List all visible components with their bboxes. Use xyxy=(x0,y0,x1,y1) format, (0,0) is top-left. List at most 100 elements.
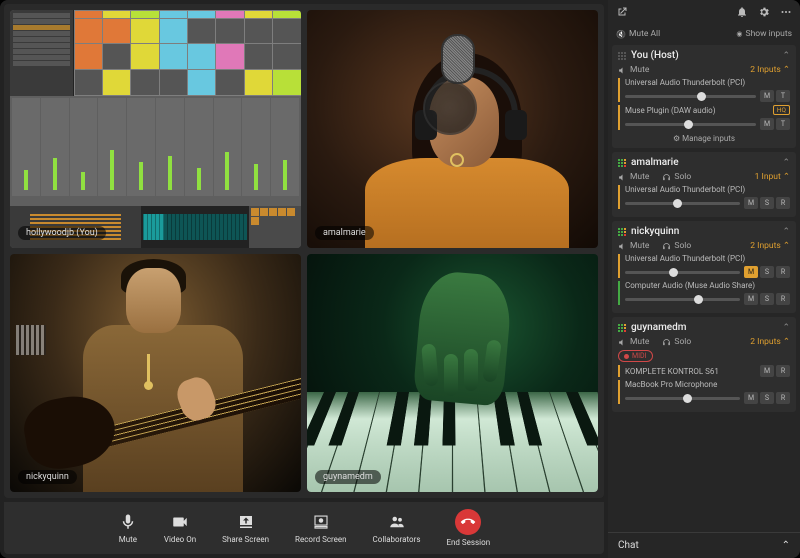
inputs-count[interactable]: 2 Inputs ⌃ xyxy=(750,337,790,347)
headphone-cup xyxy=(505,110,527,140)
inputs-count[interactable]: 2 Inputs ⌃ xyxy=(750,65,790,75)
mute-all-button[interactable]: Mute All xyxy=(616,29,660,39)
mute-toggle[interactable]: Mute xyxy=(618,65,649,75)
chip-R[interactable]: R xyxy=(776,266,790,278)
finger xyxy=(464,349,478,391)
label: Share Screen xyxy=(222,535,269,544)
video-icon xyxy=(170,512,190,532)
volume-slider[interactable] xyxy=(625,298,740,301)
chevron-up-icon[interactable]: ⌃ xyxy=(782,227,790,237)
audio-input: Computer Audio (Muse Audio Share)MSR xyxy=(618,281,790,305)
settings-button[interactable] xyxy=(758,6,770,21)
share-screen-button[interactable]: Share Screen xyxy=(222,512,269,544)
chip-T[interactable]: T xyxy=(776,90,790,102)
hq-badge: HQ xyxy=(773,105,790,115)
chevron-up-icon[interactable]: ⌃ xyxy=(782,158,790,168)
chip-M[interactable]: M xyxy=(744,293,758,305)
input-label: MacBook Pro Microphone xyxy=(625,380,717,389)
chevron-up-icon[interactable]: ⌃ xyxy=(782,323,790,333)
video-tile-hollywoodjb[interactable]: hollywoodjb (You) xyxy=(10,10,301,248)
show-inputs-toggle[interactable]: Show inputs xyxy=(736,29,792,39)
chip-R[interactable]: R xyxy=(776,392,790,404)
daw-mixer xyxy=(10,96,301,206)
tile-label: hollywoodjb (You) xyxy=(18,226,106,240)
participant-card: You (Host) ⌃ Mute 2 Inputs ⌃ Universal Audi… xyxy=(612,45,796,148)
record-screen-button[interactable]: Record Screen xyxy=(295,512,347,544)
chip-M[interactable]: M xyxy=(760,118,774,130)
participant-name: nickyquinn xyxy=(631,226,679,237)
chip-M[interactable]: M xyxy=(760,90,774,102)
daw-clip-view xyxy=(74,10,301,96)
chevron-up-icon: ⌃ xyxy=(782,540,790,551)
volume-slider[interactable] xyxy=(625,123,756,126)
tile-label: guynamedm xyxy=(315,470,381,484)
label: Mute xyxy=(119,535,137,544)
chat-toggle[interactable]: Chat ⌃ xyxy=(608,532,800,558)
tile-label: amalmarie xyxy=(315,226,374,240)
chip-M[interactable]: M xyxy=(760,365,774,377)
video-button[interactable]: Video On xyxy=(164,512,196,544)
solo-toggle[interactable]: Solo xyxy=(662,172,691,182)
microphone xyxy=(441,34,475,84)
more-button[interactable] xyxy=(780,6,792,21)
level-meter-icon xyxy=(618,228,626,236)
mute-button[interactable]: Mute xyxy=(118,512,138,544)
label: Collaborators xyxy=(373,535,421,544)
phone-icon xyxy=(455,509,481,535)
finger xyxy=(444,354,458,396)
collaborators-button[interactable]: Collaborators xyxy=(373,512,421,544)
level-meter-icon xyxy=(618,159,626,167)
volume-slider[interactable] xyxy=(625,271,740,274)
chip-S[interactable]: S xyxy=(760,197,774,209)
participant-card: amalmarie⌃ Mute Solo1 Input ⌃Universal A… xyxy=(612,152,796,217)
notifications-button[interactable] xyxy=(736,6,748,21)
solo-toggle[interactable]: Solo xyxy=(662,337,691,347)
participant-name: You (Host) xyxy=(631,50,679,61)
video-tile-guynamedm[interactable]: guynamedm xyxy=(307,254,598,492)
volume-slider[interactable] xyxy=(625,397,740,400)
chevron-up-icon[interactable]: ⌃ xyxy=(782,51,790,61)
hand xyxy=(412,269,513,406)
chip-R[interactable]: R xyxy=(776,293,790,305)
app-root: hollywoodjb (You) amalmarie xyxy=(0,0,800,558)
background-keys xyxy=(16,325,46,355)
video-grid: hollywoodjb (You) amalmarie xyxy=(4,4,604,498)
mute-toggle[interactable]: Mute xyxy=(618,172,649,182)
people-icon xyxy=(387,512,407,532)
mute-toggle[interactable]: Mute xyxy=(618,337,649,347)
input-label: Muse Plugin (DAW audio) xyxy=(625,106,716,115)
chip-M[interactable]: M xyxy=(744,197,758,209)
chip-T[interactable]: T xyxy=(776,118,790,130)
popout-button[interactable] xyxy=(616,6,628,21)
chip-S[interactable]: S xyxy=(760,293,774,305)
end-session-button[interactable]: End Session xyxy=(446,509,490,547)
solo-toggle[interactable]: Solo xyxy=(662,241,691,251)
audio-input: Universal Audio Thunderbolt (PCI) MSR xyxy=(618,254,790,278)
volume-slider[interactable] xyxy=(625,202,740,205)
midi-badge: MIDI xyxy=(618,350,653,362)
chip-R[interactable]: R xyxy=(776,197,790,209)
microphone-icon xyxy=(118,512,138,532)
sidebar-subheader: Mute All Show inputs xyxy=(608,27,800,45)
necklace xyxy=(147,354,150,384)
mute-toggle[interactable]: Mute xyxy=(618,241,649,251)
shirt xyxy=(365,158,569,248)
inputs-count[interactable]: 2 Inputs ⌃ xyxy=(750,241,790,251)
volume-slider[interactable] xyxy=(625,95,756,98)
label: End Session xyxy=(446,538,490,547)
chip-S[interactable]: S xyxy=(760,392,774,404)
sidebar-header xyxy=(608,0,800,27)
chip-M[interactable]: M xyxy=(744,266,758,278)
input-label: Universal Audio Thunderbolt (PCI) xyxy=(625,254,745,263)
chip-M[interactable]: M xyxy=(744,392,758,404)
input-label: Universal Audio Thunderbolt (PCI) xyxy=(625,78,745,87)
chip-R[interactable]: R xyxy=(776,365,790,377)
sidebar: Mute All Show inputs You (Host) ⌃ Mute 2 I… xyxy=(608,0,800,558)
input-label: Universal Audio Thunderbolt (PCI) xyxy=(625,185,745,194)
video-tile-amalmarie[interactable]: amalmarie xyxy=(307,10,598,248)
chip-S[interactable]: S xyxy=(760,266,774,278)
inputs-count[interactable]: 1 Input ⌃ xyxy=(755,172,790,182)
manage-inputs-button[interactable]: ⚙ Manage inputs xyxy=(618,134,790,143)
level-meter-icon xyxy=(618,52,626,60)
video-tile-nickyquinn[interactable]: nickyquinn xyxy=(10,254,301,492)
